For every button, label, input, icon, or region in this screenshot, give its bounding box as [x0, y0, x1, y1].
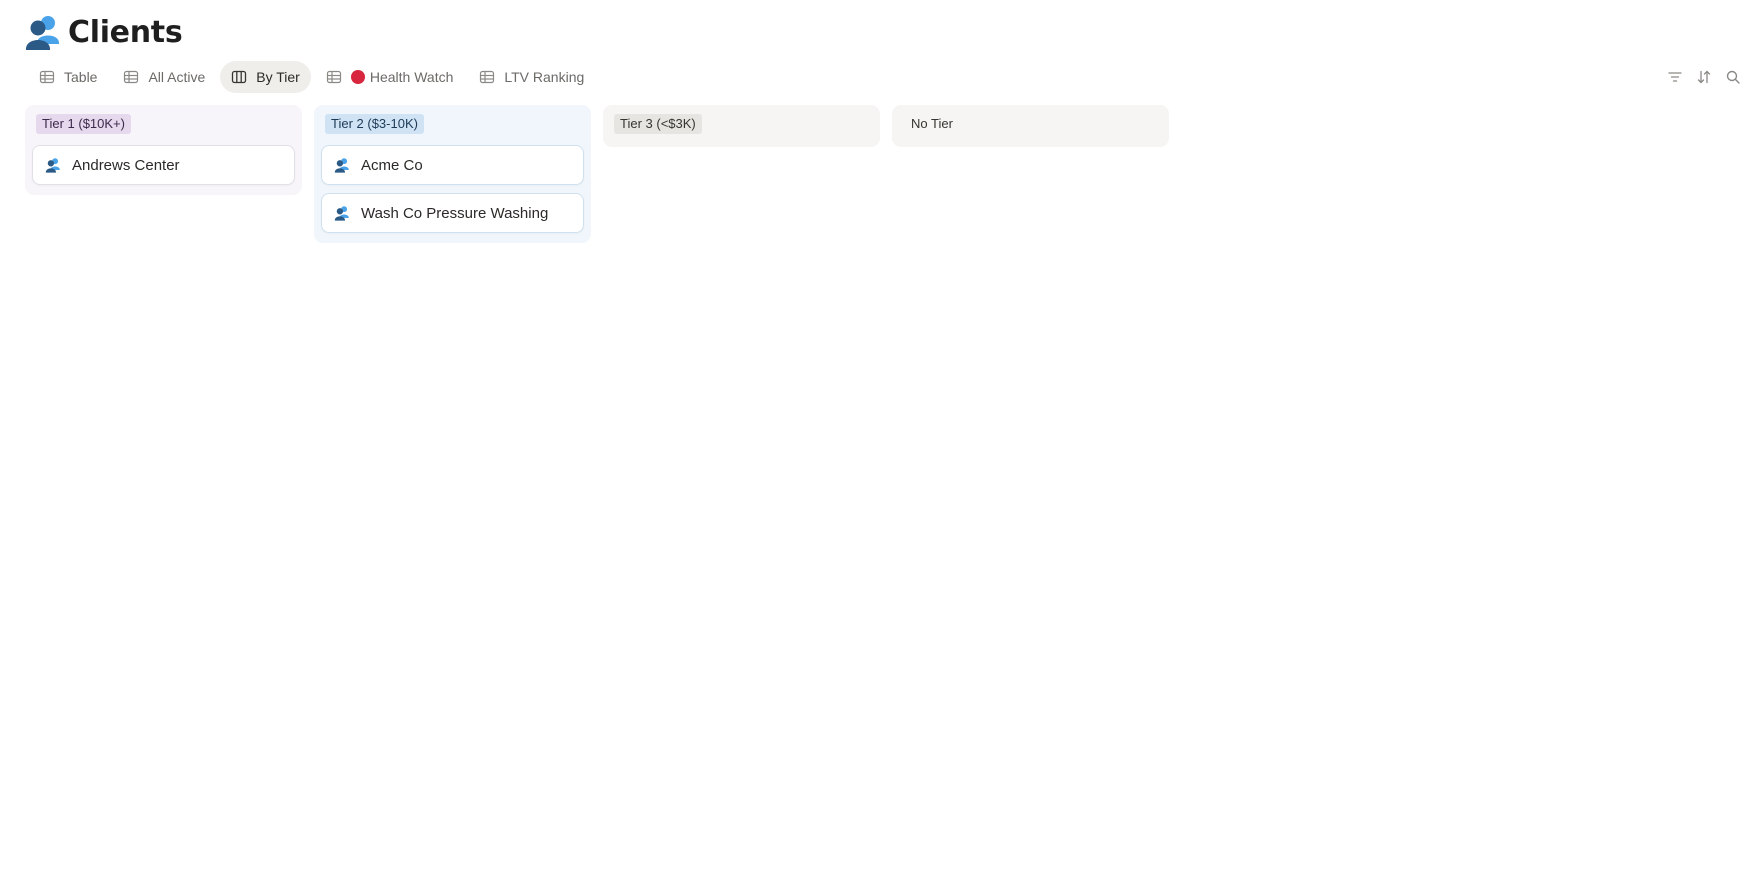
card-title: Acme Co [361, 156, 423, 174]
column-header[interactable]: Tier 1 ($10K+) [36, 113, 295, 135]
red-circle-icon [350, 70, 365, 84]
view-toolbar [1657, 66, 1744, 88]
tab-by-tier[interactable]: By Tier [220, 61, 311, 93]
search-icon[interactable] [1722, 66, 1744, 88]
page-header: Clients [24, 10, 183, 54]
table-icon [123, 69, 139, 85]
board-card[interactable]: Wash Co Pressure Washing [321, 193, 584, 233]
tab-label: Health Watch [369, 69, 454, 85]
board-column-tier-1: Tier 1 ($10K+) Andrews Center [25, 105, 302, 195]
tier-tag: No Tier [911, 116, 953, 131]
people-icon [334, 205, 350, 221]
card-title: Wash Co Pressure Washing [361, 204, 549, 222]
column-header[interactable]: Tier 2 ($3-10K) [325, 113, 584, 135]
people-icon[interactable] [24, 13, 62, 51]
board-column-tier-3: Tier 3 (<$3K) [603, 105, 880, 147]
tab-ltv-ranking[interactable]: LTV Ranking [468, 61, 595, 93]
filter-icon[interactable] [1664, 66, 1686, 88]
table-icon [326, 69, 342, 85]
tier-tag: Tier 2 ($3-10K) [325, 114, 424, 134]
column-header[interactable]: No Tier [903, 113, 1162, 135]
tab-table[interactable]: Table [28, 61, 108, 93]
tab-label: LTV Ranking [504, 69, 585, 85]
people-icon [334, 157, 350, 173]
column-header[interactable]: Tier 3 (<$3K) [614, 113, 873, 135]
card-title: Andrews Center [72, 156, 180, 174]
sort-icon[interactable] [1693, 66, 1715, 88]
tier-tag: Tier 1 ($10K+) [36, 114, 131, 134]
tab-label: By Tier [256, 69, 300, 85]
tab-all-active[interactable]: All Active [112, 61, 216, 93]
page: Clients Table All Active By Tier Health … [0, 0, 1758, 885]
board-icon [231, 69, 247, 85]
tab-label: All Active [148, 69, 206, 85]
tab-health-watch[interactable]: Health Watch [315, 61, 465, 93]
table-icon [479, 69, 495, 85]
page-title[interactable]: Clients [68, 15, 183, 50]
board-column-no-tier: No Tier [892, 105, 1169, 147]
tier-tag: Tier 3 (<$3K) [614, 114, 702, 134]
board: Tier 1 ($10K+) Andrews Center Tier 2 ($3… [25, 105, 1181, 243]
view-tabs: Table All Active By Tier Health Watch LT… [28, 60, 599, 94]
tab-label: Table [64, 69, 98, 85]
people-icon [45, 157, 61, 173]
board-card[interactable]: Andrews Center [32, 145, 295, 185]
board-column-tier-2: Tier 2 ($3-10K) Acme Co Wash Co Pressure… [314, 105, 591, 243]
board-card[interactable]: Acme Co [321, 145, 584, 185]
table-icon [39, 69, 55, 85]
